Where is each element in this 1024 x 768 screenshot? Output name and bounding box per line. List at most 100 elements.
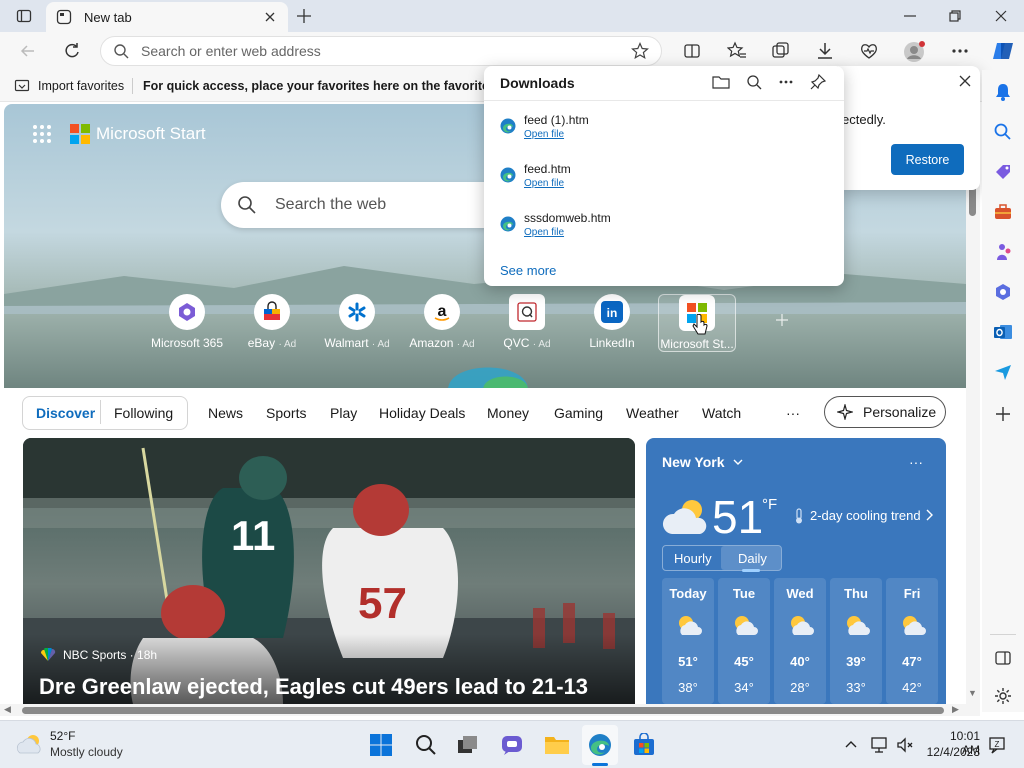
sidebar-settings-icon[interactable] [993,686,1013,706]
edge-browser-icon[interactable] [588,733,612,757]
forecast-day[interactable]: Thu 39° 33° [830,578,882,704]
hide-sidebar-icon[interactable] [993,648,1013,668]
more-options-icon[interactable] [778,74,794,90]
chevron-up-icon[interactable] [844,738,858,752]
weather-card[interactable]: New York ··· 51 °F 2-day cooling trend H… [646,438,946,704]
import-favorites-button[interactable]: Import favorites [38,79,124,93]
tab-new-tab[interactable]: New tab [46,2,288,32]
download-item[interactable]: sssdomweb.htm Open file [484,204,844,250]
forecast-day[interactable]: Tue 45° 34° [718,578,770,704]
tab-news[interactable]: News [208,405,243,421]
chevron-right-icon[interactable] [924,508,934,522]
toggle-daily[interactable]: Daily [738,551,767,566]
tab-following[interactable]: Following [114,405,173,421]
tab-holiday-deals[interactable]: Holiday Deals [379,405,465,421]
add-sidebar-app-icon[interactable] [993,404,1013,424]
toggle-hourly[interactable]: Hourly [674,551,712,566]
restore-button[interactable]: Restore [891,144,964,175]
open-file-link[interactable]: Open file [524,129,564,140]
folder-icon[interactable] [712,74,730,90]
outlook-icon[interactable] [993,322,1013,342]
games-icon[interactable] [993,242,1013,262]
download-item[interactable]: feed (1).htm Open file [484,106,844,152]
tab-discover[interactable]: Discover [36,405,95,421]
shopping-tag-icon[interactable] [993,162,1013,182]
browser-essentials-icon[interactable] [859,41,879,61]
forecast-day[interactable]: Today 51° 38° [662,578,714,704]
forecast-day[interactable]: Wed 40° 28° [774,578,826,704]
minimize-icon[interactable] [902,8,918,24]
settings-more-icon[interactable] [950,41,970,61]
close-tab-icon[interactable] [262,9,278,25]
chevron-down-icon[interactable] [732,456,744,468]
quicklink-linkedin[interactable]: in LinkedIn [573,294,651,354]
open-file-link[interactable]: Open file [524,227,564,238]
quicklink-walmart[interactable]: Walmart · Ad [318,294,396,354]
teams-chat-icon[interactable] [500,733,524,757]
taskbar-search-icon[interactable] [414,733,438,757]
horizontal-scroll-thumb[interactable] [22,707,944,714]
microsoft-store-icon[interactable] [632,733,656,757]
microsoft-start-brand[interactable]: Microsoft Start [32,124,206,144]
quicklink-amazon[interactable]: a Amazon · Ad [403,294,481,354]
address-bar[interactable]: Search or enter web address [100,36,662,66]
add-quicklink-icon[interactable] [774,312,790,328]
tab-actions-icon[interactable] [16,8,32,24]
close-window-icon[interactable] [993,8,1009,24]
open-file-link[interactable]: Open file [524,178,564,189]
task-view-icon[interactable] [456,733,480,757]
scroll-right-icon[interactable]: ▶ [952,704,959,715]
downloads-icon[interactable] [815,41,835,61]
close-icon[interactable] [958,74,972,88]
news-card[interactable]: 11 57 NBC Sports · 18h Dre Greenlaw ejec… [23,438,635,704]
tab-watch[interactable]: Watch [702,405,741,421]
search-icon[interactable] [993,122,1013,142]
notifications-bell-icon[interactable] [993,82,1013,102]
forecast-day[interactable]: Fri 47° 42° [886,578,938,704]
favorites-icon[interactable] [727,41,747,61]
tab-sports[interactable]: Sports [266,405,306,421]
weather-trend[interactable]: 2-day cooling trend [810,508,921,523]
refresh-icon[interactable] [62,41,82,61]
quicklink-qvc[interactable]: QVC · Ad [488,294,566,354]
send-icon[interactable] [993,362,1013,382]
weather-widget-icon[interactable] [16,733,44,755]
vertical-scrollbar[interactable]: ▼ [966,104,980,704]
more-tabs-button[interactable]: ··· [786,405,800,421]
add-favorite-icon[interactable] [631,42,649,60]
profile-avatar[interactable] [903,41,925,62]
new-tab-button[interactable] [296,8,312,24]
windows-start-icon[interactable] [369,733,393,757]
apps-grid-icon[interactable] [32,124,52,144]
copilot-icon[interactable] [991,39,1013,59]
restore-window-icon[interactable] [947,8,963,24]
tab-weather[interactable]: Weather [626,405,679,421]
network-icon[interactable] [870,736,888,754]
back-icon[interactable] [18,41,38,61]
download-item[interactable]: feed.htm Open file [484,155,844,201]
tab-gaming[interactable]: Gaming [554,405,603,421]
quicklink-microsoft-365[interactable]: Microsoft 365 [148,294,226,354]
microsoft-365-icon[interactable] [993,282,1013,302]
scroll-down-icon[interactable]: ▼ [968,688,977,698]
notification-center-icon[interactable]: Z [988,736,1006,754]
pin-icon[interactable] [810,74,826,90]
scroll-left-icon[interactable]: ◀ [4,704,11,715]
taskbar-weather-desc[interactable]: Mostly cloudy [50,745,123,759]
volume-muted-icon[interactable] [896,736,914,754]
address-input[interactable]: Search or enter web address [141,43,631,59]
see-more-link[interactable]: See more [500,263,556,278]
quicklink-ebay[interactable]: eBay · Ad [233,294,311,354]
weather-more-icon[interactable]: ··· [909,454,923,470]
clock-date[interactable]: 12/4/2023 [926,745,980,759]
tab-money[interactable]: Money [487,405,529,421]
weather-location[interactable]: New York [662,454,725,470]
split-screen-icon[interactable] [682,41,702,61]
search-the-web-box[interactable]: Search the web [221,182,521,228]
search-icon[interactable] [746,74,762,90]
horizontal-scrollbar[interactable]: ◀ ▶ [0,704,980,716]
tab-play[interactable]: Play [330,405,357,421]
taskbar-weather-temp[interactable]: 52°F [50,729,75,743]
personalize-button[interactable]: Personalize [824,396,946,428]
tools-briefcase-icon[interactable] [993,202,1013,222]
